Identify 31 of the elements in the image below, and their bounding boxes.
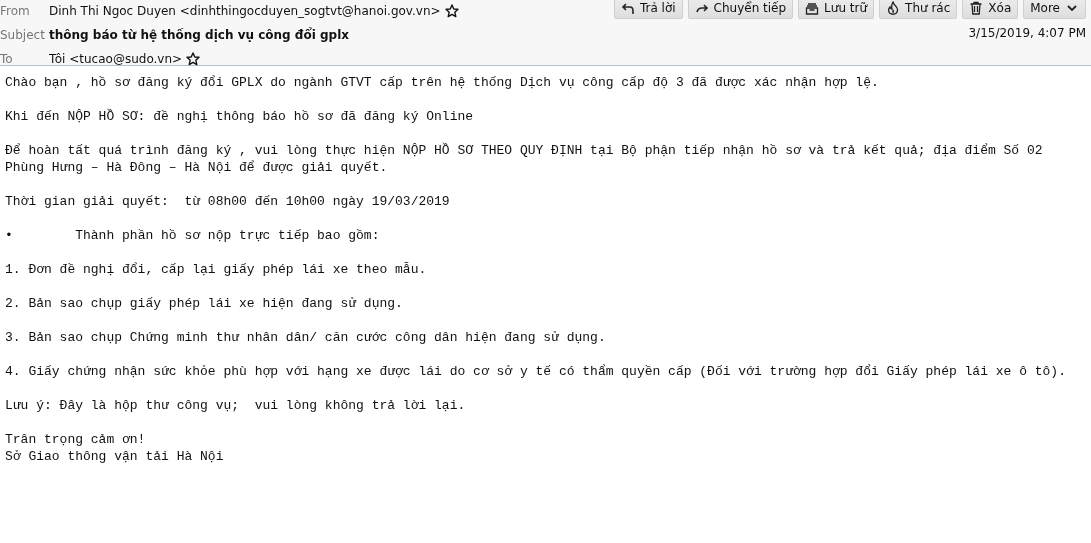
trash-icon	[969, 1, 984, 15]
body-paragraph: Thời gian giải quyết: từ 08h00 đến 10h00 ngày 19/03/2019	[5, 193, 451, 210]
forward-button[interactable]: Chuyển tiếp	[687, 0, 794, 19]
star-icon[interactable]	[186, 52, 201, 66]
reply-arrow-icon	[620, 1, 635, 15]
reply-button[interactable]: Trả lời	[613, 0, 683, 19]
body-paragraph: 4. Giấy chứng nhận sức khỏe phù hợp với hạng xe được lái do cơ sở y tế có thẩm quyền cấp (Đối với trường hợp đổi Giấy phép lái xe ô tô).	[5, 363, 1067, 380]
date-text: 3/15/2019, 4:07 PM	[968, 26, 1086, 40]
address-text: Dinh Thi Ngoc Duyen <dinhthingocduyen_sogtvt@hanoi.gov.vn>	[49, 4, 441, 18]
more-button[interactable]: More	[1023, 0, 1086, 19]
flame-icon	[886, 1, 901, 15]
body-paragraph: Chào bạn , hồ sơ đăng ký đổi GPLX do ngành GTVT cấp trên hệ thống Dịch vụ công cấp độ 3 đã được xác nhận hợp lệ.	[5, 74, 880, 91]
body-paragraph: Để hoàn tất quá trình đăng ký , vui lòng thực hiện NỘP HỒ SƠ THEO QUY ĐỊNH tại Bộ phận tiếp nhận hồ sơ và trả kết quả; địa điểm Số 02 Phùng Hưng – Hà Đông – Hà Nội để được giải quyết.	[5, 142, 1044, 176]
body-paragraph: Lưu ý: Đây là hộp thư công vụ; vui lòng không trả lời lại.	[5, 397, 467, 414]
body-paragraph: 2. Bản sao chụp giấy phép lái xe hiện đang sử dụng.	[5, 295, 404, 312]
body-paragraph: • Thành phần hồ sơ nộp trực tiếp bao gồm:	[5, 227, 381, 244]
star-icon[interactable]	[444, 4, 459, 18]
archive-button[interactable]: Lưu trữ	[798, 0, 875, 19]
address-text: Tôi <tucao@sudo.vn>	[49, 52, 183, 66]
archive-box-icon	[805, 1, 820, 15]
subject-text: thông báo từ hệ thống dịch vụ công đổi gplx	[49, 26, 350, 44]
field-label: Subject	[0, 27, 43, 44]
delete-button[interactable]: Xóa	[962, 0, 1019, 19]
body-paragraph: Trân trọng cảm ơn! Sở Giao thông vận tải Hà Nội	[5, 431, 225, 465]
junk-button[interactable]: Thư rác	[879, 0, 958, 19]
field-label: To	[0, 51, 14, 68]
body-paragraph: 3. Bản sao chụp Chứng minh thư nhân dân/ căn cước công dân hiện đang sử dụng.	[5, 329, 607, 346]
body-paragraph: Khi đến NỘP HỒ SƠ: đề nghị thông báo hồ sơ đã đăng ký Online	[5, 108, 475, 125]
field-label: From	[0, 3, 31, 20]
body-paragraph: 1. Đơn đề nghị đổi, cấp lại giấy phép lái xe theo mẫu.	[5, 261, 428, 278]
forward-arrow-icon	[694, 1, 709, 15]
